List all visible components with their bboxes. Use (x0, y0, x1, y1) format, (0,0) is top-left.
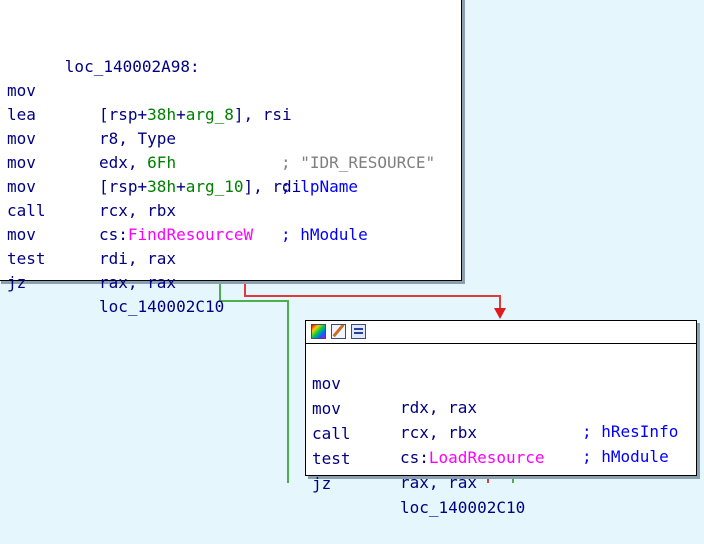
instruction-line[interactable]: mov rdi, rax (7, 199, 459, 268)
instruction-line[interactable]: test rax, rax (312, 423, 694, 492)
mnemonic: jz (312, 474, 332, 493)
edge-green-true (287, 300, 289, 483)
instruction-line[interactable]: jz loc_140002C10 (312, 448, 694, 517)
instruction-line[interactable]: call cs:FindResourceW (7, 175, 459, 244)
edge-red-out (487, 476, 489, 483)
operands: rax, rax (400, 473, 478, 492)
block-label[interactable]: loc_140002A98: (7, 31, 200, 76)
instruction-line[interactable]: mov rdx, rax ; hResInfo (312, 348, 694, 441)
edge-green-out (512, 476, 514, 483)
instruction-line[interactable]: mov edx, 6Fh ; lpName (7, 103, 459, 196)
instruction-line[interactable]: jz loc_140002C10 (7, 247, 459, 316)
palette-icon[interactable] (311, 324, 326, 339)
instruction-line[interactable]: call cs:LoadResource (312, 398, 694, 467)
edge-red-false (499, 295, 501, 309)
block-toolbar (306, 321, 696, 344)
basic-block-loadresource[interactable]: mov rdx, rax ; hResInfo mov rcx, rbx ; h… (305, 320, 697, 517)
instruction-line[interactable]: mov rcx, rbx ; hModule (312, 373, 694, 466)
edit-icon[interactable] (331, 324, 346, 339)
jump-target[interactable]: loc_140002C10 (400, 496, 525, 520)
mnemonic: jz (7, 273, 27, 292)
graph-icon[interactable] (351, 324, 366, 339)
edge-red-false (244, 295, 501, 297)
instruction-line[interactable]: mov [rsp+38h+arg_8], rsi (7, 55, 459, 124)
instruction-line[interactable]: mov [rsp+38h+arg_10], rdi (7, 127, 459, 196)
edge-green-true (219, 300, 289, 302)
arrow-head-icon (494, 308, 506, 319)
instruction-line[interactable]: mov rcx, rbx ; hModule (7, 151, 459, 244)
operands: rax, rax (99, 273, 177, 292)
basic-block-loc_140002A98[interactable]: loc_140002A98: mov [rsp+38h+arg_8], rsi … (0, 0, 462, 316)
instruction-line[interactable]: test rax, rax (7, 223, 459, 292)
jump-target[interactable]: loc_140002C10 (99, 295, 224, 319)
instruction-line[interactable]: lea r8, Type ; "IDR_RESOURCE" (7, 79, 459, 172)
graph-canvas[interactable]: loc_140002A98: mov [rsp+38h+arg_8], rsi … (0, 0, 704, 517)
